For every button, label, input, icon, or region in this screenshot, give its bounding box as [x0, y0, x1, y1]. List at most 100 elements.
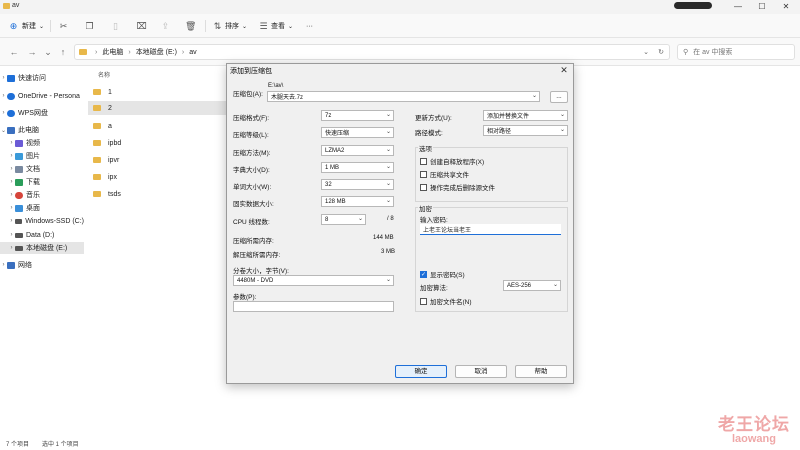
sidebar-item-quick-access[interactable]: › 快速访问 — [0, 72, 84, 84]
parameters-input[interactable] — [233, 301, 394, 312]
close-button[interactable]: ✕ — [776, 1, 796, 13]
sidebar-item-this-pc[interactable]: ⌄ 此电脑 — [0, 124, 84, 136]
browse-button[interactable]: ... — [550, 91, 568, 103]
copy-button[interactable]: ❐ — [84, 19, 95, 33]
trash-icon: 🗑 — [185, 20, 197, 31]
archive-name-field[interactable]: 木腿天去.7z ⌄ — [267, 91, 540, 102]
sort-button[interactable]: ⇅ 排序 ⌄ — [212, 19, 247, 33]
split-volume-label: 分卷大小，字节(V): — [233, 268, 289, 275]
delete-button[interactable]: 🗑 — [185, 19, 196, 33]
sidebar-item-drive-e[interactable]: › 本地磁盘 (E:) — [0, 242, 84, 254]
compress-shared-checkbox[interactable]: 压缩共享文件 — [420, 169, 469, 179]
sidebar-item-network[interactable]: › 网络 — [0, 259, 84, 271]
create-sfx-checkbox[interactable]: 创建自释放程序(X) — [420, 156, 484, 166]
rename-button[interactable]: ⌧ — [136, 19, 147, 33]
window-title: av — [12, 2, 20, 9]
chevron-down-icon: ⌄ — [385, 112, 391, 118]
memory-compress-value: 144 MB — [373, 235, 394, 241]
list-item[interactable]: ipx — [88, 170, 226, 184]
breadcrumb-drive-e[interactable]: 本地磁盘 (E:) — [136, 47, 177, 57]
list-item[interactable]: ipvr — [88, 153, 226, 167]
folder-icon — [93, 140, 101, 146]
new-button[interactable]: ⊕ 新建 ⌄ — [8, 19, 44, 33]
sidebar-item-drive-d[interactable]: › Data (D:) — [0, 229, 84, 241]
divider — [205, 20, 206, 32]
music-icon — [15, 191, 23, 199]
list-item[interactable]: 2 — [88, 101, 226, 115]
address-dropdown-button[interactable]: ⌄ — [643, 48, 649, 56]
paste-button[interactable]: ▯ — [110, 19, 121, 33]
sidebar-item-wps[interactable]: › WPS网盘 — [0, 107, 84, 119]
encrypt-names-checkbox[interactable]: 加密文件名(N) — [420, 296, 472, 306]
search-input[interactable]: ⚲ 在 av 中搜索 — [677, 44, 795, 60]
sidebar-item-documents[interactable]: › 文档 — [0, 163, 84, 175]
folder-icon — [93, 174, 101, 180]
encryption-method-select[interactable]: AES-256 ⌄ — [503, 280, 561, 291]
view-button[interactable]: ☰ 查看 ⌄ — [258, 19, 293, 33]
maximize-button[interactable]: ☐ — [752, 1, 772, 13]
dictionary-label: 字典大小(D): — [233, 167, 270, 174]
help-button[interactable]: 帮助 — [515, 365, 567, 378]
recent-locations-button[interactable]: ⌄ — [42, 46, 54, 58]
column-header-name[interactable]: 名称 — [98, 70, 110, 79]
cut-button[interactable]: ✂ — [58, 19, 69, 33]
breadcrumb-av[interactable]: av — [189, 49, 196, 56]
divider — [50, 20, 51, 32]
folder-icon — [93, 157, 101, 163]
share-button[interactable]: ⇪ — [160, 19, 171, 33]
breadcrumb-this-pc[interactable]: 此电脑 — [102, 47, 123, 57]
sidebar-item-pictures[interactable]: › 图片 — [0, 150, 84, 162]
split-volume-select[interactable]: 4480M - DVD ⌄ — [233, 275, 394, 286]
sidebar-item-desktop[interactable]: › 桌面 — [0, 202, 84, 214]
encryption-method-label: 加密算法: — [420, 285, 448, 292]
folder-icon — [93, 191, 101, 197]
list-item[interactable]: ipbd — [88, 136, 226, 150]
computer-icon — [7, 126, 15, 134]
format-select[interactable]: 7z ⌄ — [321, 110, 394, 121]
threads-total: / 8 — [387, 216, 394, 222]
method-select[interactable]: LZMA2 ⌄ — [321, 145, 394, 156]
status-bar: 7 个项目 选中 1 个项目 — [0, 437, 800, 450]
chevron-right-icon: › — [2, 93, 5, 99]
minimize-button[interactable]: — — [728, 1, 748, 13]
chevron-down-icon: ⌄ — [552, 282, 558, 288]
list-item[interactable]: tsds — [88, 187, 226, 201]
path-mode-select[interactable]: 相对路径 ⌄ — [483, 125, 568, 136]
share-icon: ⇪ — [161, 20, 170, 31]
list-item[interactable]: 1 — [88, 85, 226, 99]
clipboard-icon: ▯ — [113, 20, 118, 31]
sidebar-item-music[interactable]: › 音乐 — [0, 189, 84, 201]
sidebar-item-videos[interactable]: › 视频 — [0, 137, 84, 149]
chevron-right-icon: › — [10, 153, 13, 159]
address-field[interactable]: › 此电脑 › 本地磁盘 (E:) › av ⌄ ↻ — [74, 44, 670, 60]
ok-button[interactable]: 确定 — [395, 365, 447, 378]
sidebar-item-downloads[interactable]: › 下载 — [0, 176, 84, 188]
password-input[interactable]: 上老王论坛当老王 — [420, 224, 561, 235]
refresh-button[interactable]: ↻ — [658, 48, 664, 56]
cancel-button[interactable]: 取消 — [455, 365, 507, 378]
chevron-down-icon: ⌄ — [385, 277, 391, 283]
forward-button[interactable]: → — [26, 46, 38, 58]
level-label: 压缩等级(L): — [233, 132, 269, 139]
word-size-select[interactable]: 32 ⌄ — [321, 179, 394, 190]
threads-select[interactable]: 8 ⌄ — [321, 214, 366, 225]
plus-icon: ⊕ — [9, 20, 18, 31]
update-mode-select[interactable]: 添加并替换文件 ⌄ — [483, 110, 568, 121]
sidebar-item-drive-c[interactable]: › Windows-SSD (C:) — [0, 215, 84, 227]
solid-block-select[interactable]: 128 MB ⌄ — [321, 196, 394, 207]
parameters-label: 参数(P): — [233, 294, 257, 301]
delete-after-checkbox[interactable]: 操作完成后删除源文件 — [420, 182, 495, 192]
level-select[interactable]: 快速压缩 ⌄ — [321, 127, 394, 138]
dialog-title: 添加到压缩包 — [230, 68, 272, 75]
selection-count: 选中 1 个项目 — [42, 442, 79, 448]
back-button[interactable]: ← — [8, 46, 20, 58]
more-button[interactable]: ··· — [306, 19, 313, 33]
chevron-right-icon: › — [10, 205, 13, 211]
up-button[interactable]: ↑ — [57, 46, 69, 58]
show-password-checkbox[interactable]: ✓ 显示密码(S) — [420, 269, 465, 279]
list-item[interactable]: a — [88, 119, 226, 133]
dictionary-select[interactable]: 1 MB ⌄ — [321, 162, 394, 173]
sidebar-item-onedrive[interactable]: › OneDrive - Persona — [0, 90, 84, 102]
cloud-icon — [7, 92, 15, 100]
dialog-close-button[interactable]: ✕ — [558, 64, 570, 76]
